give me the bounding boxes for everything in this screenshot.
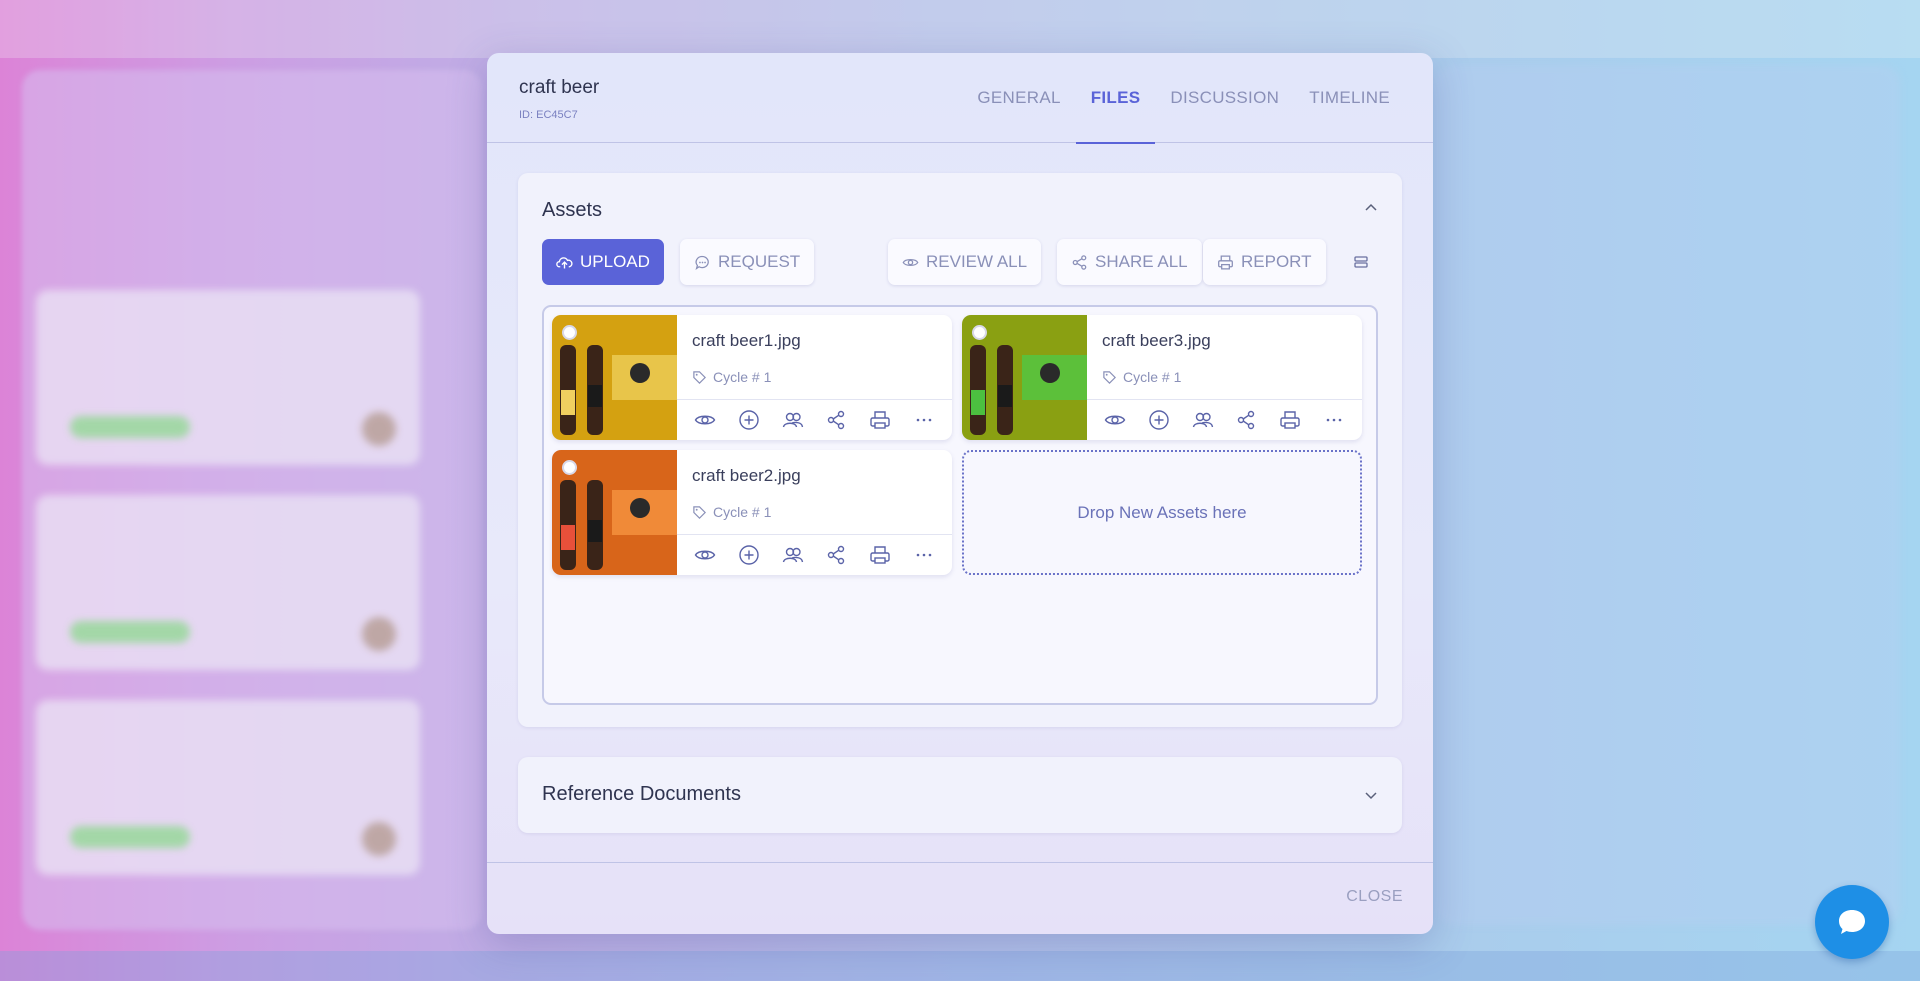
file-name[interactable]: craft beer2.jpg [692,466,801,486]
review-all-label: REVIEW ALL [926,252,1028,271]
share-icon [828,545,845,565]
view-button[interactable] [694,409,716,431]
tag-icon [693,370,706,384]
file-tag-label: Cycle # 1 [713,504,772,520]
share-icon [828,410,845,430]
file-tag-label: Cycle # 1 [1123,369,1182,385]
review-all-button[interactable]: REVIEW ALL [888,239,1042,285]
upload-label: UPLOAD [580,252,650,271]
share-all-label: SHARE ALL [1095,252,1188,271]
file-card[interactable]: craft beer3.jpg Cycle # 1 [962,315,1362,440]
chat-bubble-icon [1839,910,1865,934]
print-button[interactable] [869,544,891,566]
tag-icon [693,505,706,519]
plus-circle-icon [739,410,759,430]
share-button[interactable] [825,409,847,431]
tab-files[interactable]: FILES [1075,53,1156,144]
report-label: REPORT [1241,252,1312,271]
select-checkbox[interactable] [972,325,987,340]
tab-timeline[interactable]: TIMELINE [1294,53,1405,143]
reviewers-button[interactable] [1192,409,1214,431]
more-icon [916,418,932,422]
file-actions [677,534,952,575]
users-icon [782,547,803,563]
view-button[interactable] [1104,409,1126,431]
file-tag: Cycle # 1 [692,369,771,385]
assets-title: Assets [542,199,603,221]
file-thumbnail[interactable] [552,315,677,440]
printer-icon [1280,411,1300,429]
eye-icon [1104,415,1126,425]
users-icon [782,412,803,428]
tab-discussion[interactable]: DISCUSSION [1155,53,1294,143]
share-icon [1238,410,1255,430]
add-version-button[interactable] [1148,409,1170,431]
file-thumbnail[interactable] [962,315,1087,440]
file-name[interactable]: craft beer3.jpg [1102,331,1211,351]
assets-grid[interactable]: craft beer1.jpg Cycle # 1 craft beer3.jp… [542,305,1378,705]
add-version-button[interactable] [738,544,760,566]
add-version-button[interactable] [738,409,760,431]
file-tag-label: Cycle # 1 [713,369,772,385]
file-name[interactable]: craft beer1.jpg [692,331,801,351]
drop-new-assets-zone[interactable]: Drop New Assets here [962,450,1362,575]
reference-documents-title: Reference Documents [542,783,741,805]
close-button[interactable]: CLOSE [1346,888,1403,906]
select-checkbox[interactable] [562,325,577,340]
assets-section: Assets UPLOAD REQUEST REVIEW ALL SHARE A… [518,173,1402,727]
chevron-down-icon[interactable] [1364,788,1378,802]
chevron-up-icon[interactable] [1364,201,1378,215]
modal-title: craft beer [519,77,600,98]
print-button[interactable] [869,409,891,431]
reviewers-button[interactable] [782,544,804,566]
share-button[interactable] [1235,409,1257,431]
more-icon [916,553,932,557]
printer-icon [870,411,890,429]
modal-id: ID: EC45C7 [519,109,578,121]
reference-documents-section[interactable]: Reference Documents [518,757,1402,833]
eye-icon [902,258,919,266]
more-button[interactable] [913,544,935,566]
list-view-icon[interactable] [1354,255,1368,269]
eye-icon [694,550,716,560]
file-tag: Cycle # 1 [692,504,771,520]
reviewers-button[interactable] [782,409,804,431]
plus-circle-icon [739,545,759,565]
asset-modal: craft beer ID: EC45C7 GENERAL FILES DISC… [487,53,1433,934]
plus-circle-icon [1149,410,1169,430]
request-label: REQUEST [718,252,801,271]
file-card[interactable]: craft beer1.jpg Cycle # 1 [552,315,952,440]
more-button[interactable] [1323,409,1345,431]
chat-bubble-icon [695,255,709,270]
file-card[interactable]: craft beer2.jpg Cycle # 1 [552,450,952,575]
modal-header: craft beer ID: EC45C7 GENERAL FILES DISC… [487,53,1433,144]
share-icon [1072,254,1087,270]
printer-icon [870,546,890,564]
file-tag: Cycle # 1 [1102,369,1181,385]
report-button[interactable]: REPORT [1203,239,1326,285]
print-button[interactable] [1279,409,1301,431]
upload-cloud-icon [556,256,573,268]
more-button[interactable] [913,409,935,431]
request-button[interactable]: REQUEST [680,239,815,285]
more-icon [1326,418,1342,422]
users-icon [1192,412,1213,428]
share-button[interactable] [825,544,847,566]
share-all-button[interactable]: SHARE ALL [1057,239,1202,285]
tab-general[interactable]: GENERAL [962,53,1075,143]
view-button[interactable] [694,544,716,566]
file-actions [677,399,952,440]
file-thumbnail[interactable] [552,450,677,575]
select-checkbox[interactable] [562,460,577,475]
modal-footer: CLOSE [487,862,1433,934]
eye-icon [694,415,716,425]
upload-button[interactable]: UPLOAD [542,239,664,285]
file-actions [1087,399,1362,440]
printer-icon [1218,254,1233,270]
tag-icon [1103,370,1116,384]
chat-launcher-button[interactable] [1815,885,1889,959]
modal-tabs: GENERAL FILES DISCUSSION TIMELINE [962,53,1405,144]
